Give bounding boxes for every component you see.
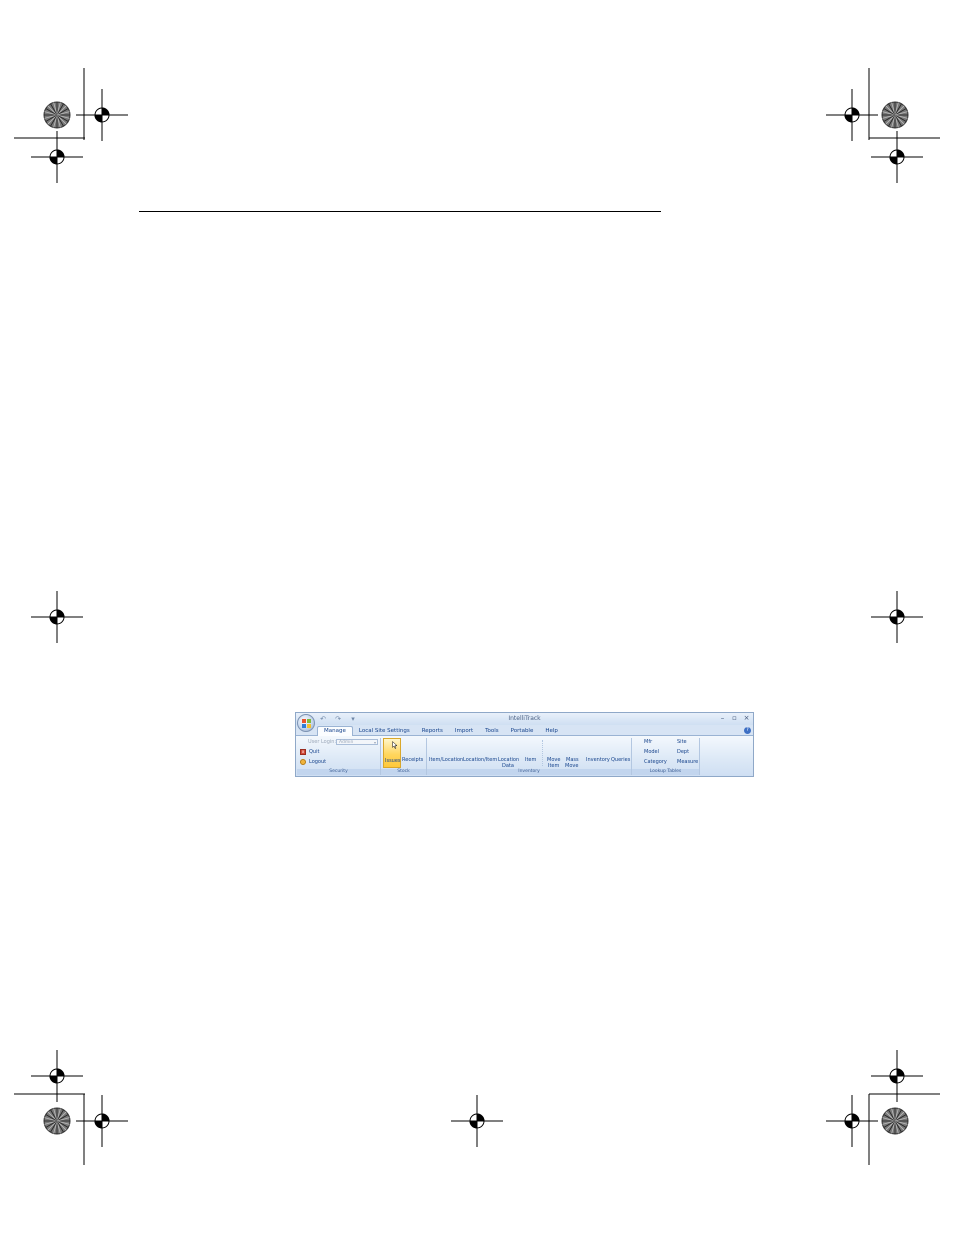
chevron-down-icon: ▾	[373, 740, 376, 745]
tab-reports[interactable]: Reports	[416, 727, 449, 736]
office-button[interactable]	[297, 714, 315, 732]
lookup-tables-group: Mfr Site Model Dept Category Measure Loo…	[632, 738, 700, 775]
window-controls: – ▫ ×	[718, 713, 751, 723]
site-button[interactable]: Site	[677, 739, 687, 745]
restore-button[interactable]: ▫	[730, 713, 739, 723]
issues-button[interactable]: Issues	[383, 738, 401, 768]
window-title: IntelliTrack	[508, 715, 541, 722]
user-login-label: User Login:	[308, 739, 337, 745]
minimize-button[interactable]: –	[718, 713, 727, 723]
tab-manage[interactable]: Manage	[317, 726, 353, 736]
logout-button[interactable]: Logout	[309, 759, 326, 765]
tab-local-site-settings[interactable]: Local Site Settings	[353, 727, 416, 736]
tab-tools[interactable]: Tools	[479, 727, 505, 736]
intellitrack-window: ↶ ↷ ▾ IntelliTrack – ▫ × Manage Local Si…	[295, 712, 754, 777]
security-group-label: Security	[297, 769, 380, 775]
close-button[interactable]: ×	[742, 713, 751, 723]
quit-button[interactable]: Quit	[309, 749, 319, 755]
receipts-button[interactable]: Receipts	[402, 757, 423, 763]
category-button[interactable]: Category	[644, 759, 667, 765]
help-icon[interactable]: ?	[744, 727, 751, 734]
office-logo-icon	[302, 719, 311, 728]
inventory-button[interactable]: Inventory	[586, 757, 610, 763]
item-location-button[interactable]: Item/Location	[429, 757, 463, 763]
tab-import[interactable]: Import	[449, 727, 479, 736]
measure-button[interactable]: Measure	[677, 759, 698, 765]
security-group: User Login: Admin ▾ x Quit Logout Securi…	[297, 738, 381, 775]
title-bar: ↶ ↷ ▾ IntelliTrack – ▫ ×	[296, 713, 753, 725]
print-registration-marks	[14, 68, 940, 1165]
user-login-value: Admin	[339, 740, 354, 745]
page-header-rule	[139, 211, 661, 212]
ribbon: User Login: Admin ▾ x Quit Logout Securi…	[296, 736, 753, 776]
inventory-separator	[542, 740, 543, 766]
lookup-tables-group-label: Lookup Tables	[632, 769, 699, 775]
dept-button[interactable]: Dept	[677, 749, 689, 755]
ribbon-tab-strip: Manage Local Site Settings Reports Impor…	[296, 725, 753, 736]
tab-help[interactable]: Help	[539, 727, 564, 736]
mfr-button[interactable]: Mfr	[644, 739, 652, 745]
quit-icon: x	[300, 749, 306, 755]
item-button[interactable]: Item	[525, 757, 536, 763]
inventory-group: Item/Location Location/Item Location Dat…	[427, 738, 632, 775]
issues-label: Issues	[385, 758, 401, 764]
inventory-group-label: Inventory	[427, 769, 631, 775]
logout-icon	[300, 759, 306, 765]
location-item-button[interactable]: Location/Item	[463, 757, 497, 763]
stock-group-label: Stock	[381, 769, 426, 775]
user-login-combo[interactable]: Admin ▾	[336, 739, 378, 745]
model-button[interactable]: Model	[644, 749, 659, 755]
queries-button[interactable]: Queries	[611, 757, 630, 763]
mouse-cursor-icon	[392, 741, 398, 749]
tab-portable[interactable]: Portable	[505, 727, 540, 736]
stock-group: Issues Receipts Stock	[381, 738, 427, 775]
